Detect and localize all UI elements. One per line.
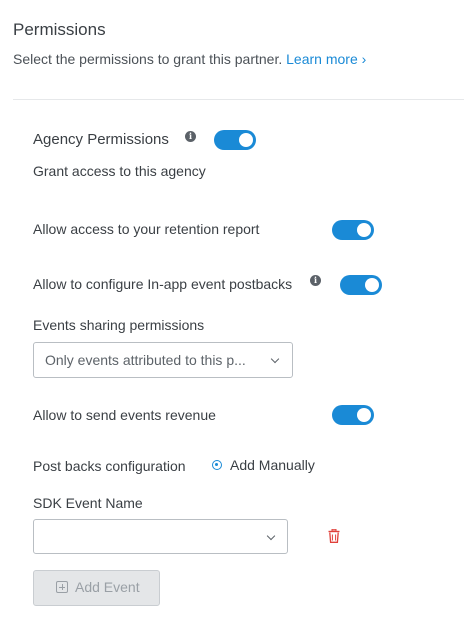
page-subtitle: Select the permissions to grant this par… <box>13 51 366 67</box>
plus-square-icon <box>56 581 68 593</box>
grant-access-text: Grant access to this agency <box>33 163 206 179</box>
toggle-knob <box>239 133 253 147</box>
info-icon[interactable]: i <box>185 131 196 142</box>
add-event-button[interactable]: Add Event <box>33 570 160 606</box>
header-divider <box>13 99 464 100</box>
page-title: Permissions <box>13 20 106 39</box>
retention-report-label: Allow access to your retention report <box>33 221 260 237</box>
retention-report-toggle[interactable] <box>332 220 374 240</box>
toggle-knob <box>365 278 379 292</box>
toggle-knob <box>357 408 371 422</box>
subtitle-text: Select the permissions to grant this par… <box>13 51 283 67</box>
events-revenue-toggle[interactable] <box>332 405 374 425</box>
info-icon[interactable]: i <box>310 275 321 286</box>
radio-selected-dot <box>215 463 218 466</box>
events-sharing-select[interactable]: Only events attributed to this p... <box>33 342 293 378</box>
postbacks-config-label: Post backs configuration <box>33 458 186 474</box>
sdk-event-name-select[interactable] <box>33 519 288 554</box>
add-manually-radio[interactable] <box>212 460 222 470</box>
events-sharing-value: Only events attributed to this p... <box>45 352 246 368</box>
toggle-knob <box>357 223 371 237</box>
events-revenue-label: Allow to send events revenue <box>33 407 216 423</box>
add-event-label: Add Event <box>75 579 140 595</box>
postbacks-toggle[interactable] <box>340 275 382 295</box>
chevron-down-icon <box>270 354 280 364</box>
add-manually-label[interactable]: Add Manually <box>230 457 315 473</box>
agency-permissions-toggle[interactable] <box>214 130 256 150</box>
events-sharing-label: Events sharing permissions <box>33 317 205 333</box>
chevron-down-icon <box>266 531 276 541</box>
agency-permissions-title: Agency Permissions <box>33 131 169 148</box>
learn-more-link[interactable]: Learn more › <box>286 51 366 67</box>
trash-icon[interactable] <box>328 528 340 548</box>
sdk-event-name-label: SDK Event Name <box>33 495 143 511</box>
postbacks-label: Allow to configure In-app event postback… <box>33 276 293 292</box>
